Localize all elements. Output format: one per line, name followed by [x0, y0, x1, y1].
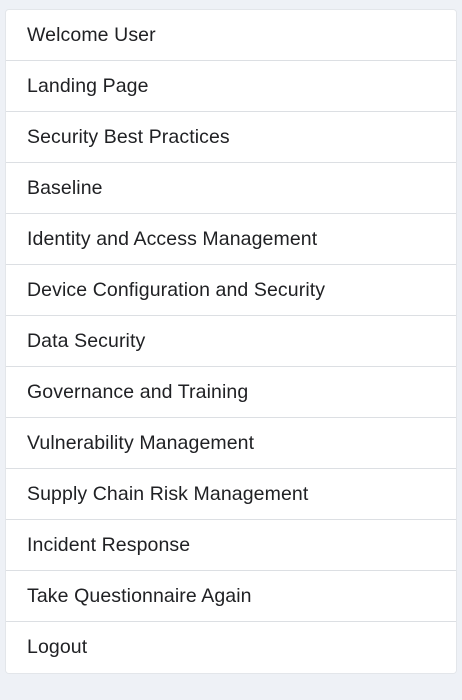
menu-item-data-security[interactable]: Data Security	[6, 316, 456, 367]
menu-item-welcome-user[interactable]: Welcome User	[6, 10, 456, 61]
menu-item-incident-response[interactable]: Incident Response	[6, 520, 456, 571]
menu-item-governance-training[interactable]: Governance and Training	[6, 367, 456, 418]
menu-item-landing-page[interactable]: Landing Page	[6, 61, 456, 112]
menu-item-logout[interactable]: Logout	[6, 622, 456, 673]
navigation-menu: Welcome User Landing Page Security Best …	[6, 10, 456, 673]
menu-item-supply-chain-risk-management[interactable]: Supply Chain Risk Management	[6, 469, 456, 520]
menu-item-device-configuration-security[interactable]: Device Configuration and Security	[6, 265, 456, 316]
menu-item-baseline[interactable]: Baseline	[6, 163, 456, 214]
menu-item-vulnerability-management[interactable]: Vulnerability Management	[6, 418, 456, 469]
menu-item-identity-access-management[interactable]: Identity and Access Management	[6, 214, 456, 265]
menu-item-security-best-practices[interactable]: Security Best Practices	[6, 112, 456, 163]
menu-item-take-questionnaire-again[interactable]: Take Questionnaire Again	[6, 571, 456, 622]
